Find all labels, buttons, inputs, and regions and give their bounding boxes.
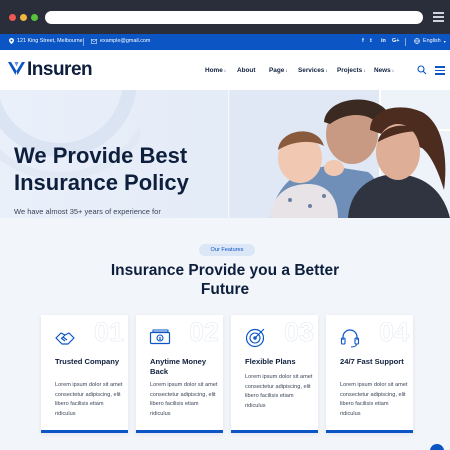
- feature-card-money-back[interactable]: 02 $ Anytime Money Back Lorem ipsum dolo…: [136, 315, 223, 433]
- feature-card-flexible[interactable]: 03 Flexible Plans Lorem ipsum dolor sit …: [231, 315, 318, 433]
- chevron-down-icon: ↓: [391, 68, 395, 74]
- nav-news-label: News: [374, 67, 391, 74]
- address-info: 121 King Street, Melbourne: [9, 38, 83, 44]
- target-icon: [245, 328, 265, 348]
- language-label: English: [423, 38, 441, 44]
- card-title: Flexible Plans: [245, 357, 296, 366]
- card-accent-bar: [41, 430, 128, 433]
- money-icon: $: [149, 329, 171, 345]
- section-badge: Our Features: [199, 244, 255, 256]
- twitter-icon[interactable]: t: [370, 38, 372, 44]
- svg-text:$: $: [159, 336, 162, 341]
- feature-card-support[interactable]: 04 24/7 Fast Support Lorem ipsum dolor s…: [326, 315, 413, 433]
- nav-projects-label: Projects: [337, 67, 363, 74]
- chevron-down-icon: ↓: [363, 68, 366, 74]
- menu-icon[interactable]: [435, 66, 445, 77]
- card-description: Lorem ipsum dolor sit amet consectetur a…: [55, 382, 123, 417]
- top-info-bar: 121 King Street, Melbourne example@gmail…: [0, 34, 450, 50]
- email-text: example@gmail.com: [100, 38, 151, 44]
- nav-services-label: Services: [298, 67, 325, 74]
- card-number: 02: [188, 317, 220, 348]
- card-description: Lorem ipsum dolor sit amet consectetur a…: [245, 374, 313, 409]
- address-text: 121 King Street, Melbourne: [17, 38, 83, 44]
- linkedin-icon[interactable]: in: [381, 38, 386, 44]
- main-navigation: Insuren Home↓ About Page↓ Services↓ Proj…: [0, 50, 450, 90]
- handshake-icon: [55, 332, 75, 345]
- facebook-icon[interactable]: f: [362, 38, 364, 44]
- card-accent-bar: [136, 430, 223, 433]
- google-plus-icon[interactable]: G+: [392, 38, 399, 44]
- browser-menu-icon[interactable]: [433, 12, 444, 22]
- card-accent-bar: [326, 430, 413, 433]
- card-number: 04: [378, 317, 410, 348]
- globe-icon: [414, 38, 420, 44]
- card-description: Lorem ipsum dolor sit amet consectetur a…: [340, 382, 408, 417]
- card-description: Lorem ipsum dolor sit amet consectetur a…: [150, 382, 218, 417]
- maximize-window-dot[interactable]: [31, 14, 38, 21]
- feature-card-trusted[interactable]: 01 Trusted Company Lorem ipsum dolor sit…: [41, 315, 128, 433]
- card-title: Trusted Company: [55, 357, 120, 366]
- section-title: Insurance Provide you a Better Future: [110, 262, 340, 298]
- hero-family-image: [230, 90, 450, 218]
- headset-icon: [340, 329, 360, 348]
- location-pin-icon: [9, 38, 14, 44]
- nav-about[interactable]: About: [237, 67, 255, 74]
- chevron-down-icon: ↓: [285, 68, 288, 74]
- nav-home[interactable]: Home↓: [205, 67, 226, 74]
- nav-projects[interactable]: Projects↓: [337, 67, 366, 74]
- card-title: Anytime Money Back: [150, 357, 207, 376]
- chevron-down-icon: ↓: [223, 68, 227, 74]
- card-number: 03: [283, 317, 315, 348]
- address-bar[interactable]: [45, 11, 423, 24]
- email-info[interactable]: example@gmail.com: [91, 38, 150, 44]
- browser-chrome: [0, 0, 450, 34]
- hero-title: We Provide Best Insurance Policy: [14, 143, 189, 195]
- card-accent-bar: [231, 430, 318, 433]
- nav-services[interactable]: Services↓: [298, 67, 328, 74]
- nav-news[interactable]: News↓: [374, 67, 394, 74]
- card-title: 24/7 Fast Support: [340, 357, 404, 366]
- nav-home-label: Home: [205, 67, 223, 74]
- close-window-dot[interactable]: [9, 14, 16, 21]
- hero-subtitle: We have almost 35+ years of experience f…: [14, 207, 161, 216]
- nav-about-label: About: [237, 67, 256, 74]
- chevron-down-icon: ▾: [443, 38, 446, 44]
- card-number: 01: [93, 317, 125, 348]
- chevron-down-icon: ↓: [325, 68, 328, 74]
- language-selector[interactable]: English ▾: [414, 38, 446, 44]
- logo-icon[interactable]: [8, 60, 25, 77]
- search-icon[interactable]: [417, 65, 427, 75]
- minimize-window-dot[interactable]: [20, 14, 27, 21]
- logo-text[interactable]: Insuren: [27, 59, 93, 81]
- nav-page-label: Page: [269, 67, 285, 74]
- nav-page[interactable]: Page↓: [269, 67, 288, 74]
- email-icon: [91, 38, 97, 44]
